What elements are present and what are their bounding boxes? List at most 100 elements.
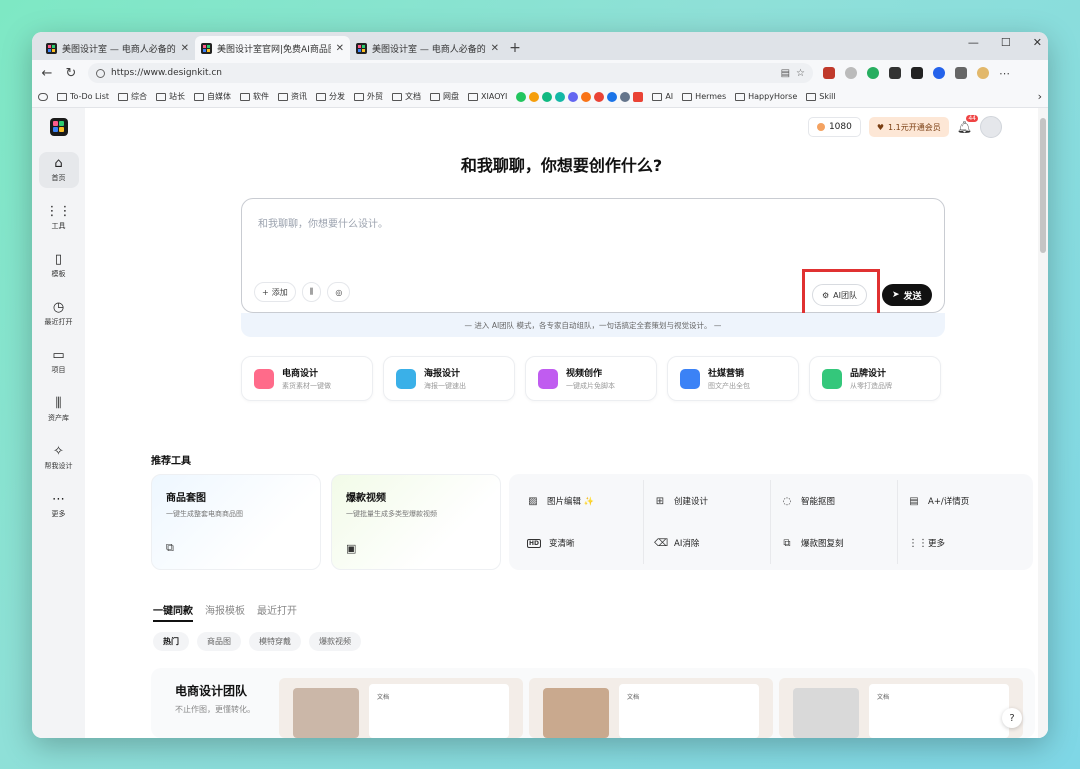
- bookmark-favicon-icon[interactable]: [568, 91, 579, 102]
- reader-icon[interactable]: ▤: [781, 68, 790, 79]
- tool-replicate[interactable]: ⧉ 爆款图复刻: [771, 522, 898, 564]
- url-field[interactable]: https://www.designkit.cn ▤ ☆: [88, 63, 813, 83]
- send-button[interactable]: ➤ 发送: [882, 284, 932, 306]
- bookmark-favicon-icon[interactable]: [633, 91, 644, 102]
- menu-icon[interactable]: ⋯: [999, 67, 1010, 80]
- tool-create-design[interactable]: ⊞ 创建设计: [644, 480, 771, 522]
- tool-card-viral-video[interactable]: 爆款视频 一键批量生成多类型爆款视频 ▣: [331, 474, 501, 570]
- pill-hot[interactable]: 热门: [153, 632, 189, 651]
- bookmark-item[interactable]: 网盘: [430, 91, 459, 102]
- bookmark-favicon-icon[interactable]: [555, 91, 566, 102]
- bookmark-sidebar[interactable]: [38, 92, 48, 101]
- site-info-icon[interactable]: [96, 68, 105, 78]
- chat-input[interactable]: 和我聊聊，你想要什么设计。: [258, 215, 388, 230]
- tab-recent[interactable]: 最近打开: [257, 602, 297, 622]
- tool-enhance[interactable]: HD 变清晰: [517, 522, 644, 564]
- team-card[interactable]: 电商设计团队 不止作图，更懂转化。 文档 文档 文档: [151, 668, 1035, 738]
- close-tab-icon[interactable]: ✕: [491, 43, 499, 54]
- browser-tab-2[interactable]: 美图设计室官网|免费AI商品图生 ✕: [195, 36, 350, 60]
- new-tab-button[interactable]: +: [505, 36, 525, 60]
- bookmark-item[interactable]: XIAOYI: [468, 92, 507, 101]
- extension-icon[interactable]: [845, 67, 857, 79]
- refresh-icon[interactable]: ↻: [64, 66, 78, 81]
- browser-tab-3[interactable]: 美图设计室 — 电商人必备的设计 ✕: [350, 36, 505, 60]
- bookmark-favicon-icon[interactable]: [620, 91, 631, 102]
- bookmark-item[interactable]: HappyHorse: [735, 92, 797, 101]
- tab-one-click-same[interactable]: 一键同款: [153, 602, 193, 622]
- sidebar-item-home[interactable]: ⌂ 首页: [38, 152, 79, 188]
- close-tab-icon[interactable]: ✕: [336, 43, 344, 54]
- star-icon[interactable]: ☆: [796, 68, 805, 79]
- designkit-logo[interactable]: [49, 118, 68, 136]
- bookmark-item[interactable]: 资讯: [278, 91, 307, 102]
- tool-card-product-set[interactable]: 商品套图 一键生成整套电商商品图 ⧉: [151, 474, 321, 570]
- bookmark-item[interactable]: 文档: [392, 91, 421, 102]
- extension-icon[interactable]: [867, 67, 879, 79]
- bookmark-item[interactable]: To-Do List: [57, 92, 109, 101]
- profile-avatar-icon[interactable]: [977, 67, 989, 79]
- tool-detail-page[interactable]: ▤ A+/详情页: [898, 480, 1025, 522]
- tool-ai-erase[interactable]: ⌫ AI消除: [644, 522, 771, 564]
- bookmark-favicon-icon[interactable]: [542, 91, 553, 102]
- inspiration-button[interactable]: ◎: [327, 282, 351, 302]
- bookmark-favicon-icon[interactable]: [607, 91, 618, 102]
- vip-button[interactable]: ♥ 1.1元开通会员: [868, 117, 949, 137]
- category-poster[interactable]: 海报设计 海报一键速出: [383, 356, 515, 401]
- tool-smart-cutout[interactable]: ◌ 智能抠图: [771, 480, 898, 522]
- bookmark-favicon-icon[interactable]: [529, 91, 540, 102]
- minimize-button[interactable]: —: [968, 36, 979, 49]
- preview-card[interactable]: 文档: [779, 678, 1023, 738]
- bookmark-favicon-icon[interactable]: [594, 91, 605, 102]
- back-icon[interactable]: ←: [40, 66, 54, 81]
- bookmark-favicon-icon[interactable]: [581, 91, 592, 102]
- tab-poster-templates[interactable]: 海报模板: [205, 602, 245, 622]
- scrollbar-thumb[interactable]: [1040, 118, 1046, 253]
- extension-icon[interactable]: [933, 67, 945, 79]
- bookmark-item[interactable]: 分发: [316, 91, 345, 102]
- bookmark-item[interactable]: Skill: [806, 92, 836, 101]
- category-video[interactable]: 视频创作 一键成片免脚本: [525, 356, 657, 401]
- tool-more[interactable]: ⋮⋮ 更多: [898, 522, 1025, 564]
- pill-viral-video[interactable]: 爆款视频: [309, 632, 361, 651]
- chat-input-box[interactable]: 和我聊聊，你想要什么设计。 + 添加 ⫼ ◎ ⚙ AI团队 ➤ 发送: [241, 198, 945, 319]
- bookmark-item[interactable]: 综合: [118, 91, 147, 102]
- browser-tab-1[interactable]: 美图设计室 — 电商人必备的设计 ✕: [40, 36, 195, 60]
- sidebar-item-recent[interactable]: ◷ 最近打开: [39, 296, 79, 332]
- sidebar-item-assets[interactable]: ⫼ 资产库: [39, 392, 79, 428]
- sidebar-item-templates[interactable]: ▯ 模板: [39, 248, 79, 284]
- credits-badge[interactable]: 1080: [807, 117, 861, 137]
- bookmark-favicon-icon[interactable]: [516, 91, 527, 102]
- avatar[interactable]: [980, 116, 1002, 138]
- category-brand[interactable]: 品牌设计 从零打造品牌: [809, 356, 941, 401]
- bookmark-item[interactable]: Hermes: [682, 92, 726, 101]
- category-social[interactable]: 社媒营销 图文产出全包: [667, 356, 799, 401]
- category-ecommerce[interactable]: 电商设计 素货素材一键做: [241, 356, 373, 401]
- bookmark-item[interactable]: 站长: [156, 91, 185, 102]
- bookmark-item[interactable]: 软件: [240, 91, 269, 102]
- sidebar-item-projects[interactable]: ▭ 项目: [39, 344, 79, 380]
- preview-card[interactable]: 文档: [529, 678, 773, 738]
- notification-bell[interactable]: 🔔︎ 44: [957, 115, 978, 134]
- close-tab-icon[interactable]: ✕: [181, 43, 189, 54]
- scrollbar[interactable]: [1038, 108, 1048, 738]
- pill-model[interactable]: 模特穿戴: [249, 632, 301, 651]
- sidebar-item-more[interactable]: ⋯ 更多: [39, 488, 79, 524]
- bookmark-item[interactable]: 自媒体: [194, 91, 231, 102]
- ai-team-button[interactable]: ⚙ AI团队: [812, 284, 868, 306]
- extension-icon[interactable]: [955, 67, 967, 79]
- library-button[interactable]: ⫼: [301, 282, 322, 302]
- extension-icon[interactable]: [911, 67, 923, 79]
- pill-product[interactable]: 商品图: [197, 632, 241, 651]
- extension-icon[interactable]: [889, 67, 901, 79]
- maximize-button[interactable]: ☐: [1001, 36, 1011, 49]
- tool-image-edit[interactable]: ▨ 图片编辑 ✨: [517, 480, 644, 522]
- extension-icon[interactable]: [823, 67, 835, 79]
- add-button[interactable]: + 添加: [254, 282, 296, 302]
- close-window-button[interactable]: ✕: [1033, 36, 1042, 49]
- preview-card[interactable]: 文档: [279, 678, 523, 738]
- bookmark-item[interactable]: AI: [652, 92, 673, 101]
- bookmarks-overflow-icon[interactable]: ›: [1038, 90, 1042, 103]
- bookmark-item[interactable]: 外贸: [354, 91, 383, 102]
- sidebar-item-tools[interactable]: ⋮⋮ 工具: [39, 200, 79, 236]
- sidebar-item-design-for-me[interactable]: ✧ 帮我设计: [39, 440, 79, 476]
